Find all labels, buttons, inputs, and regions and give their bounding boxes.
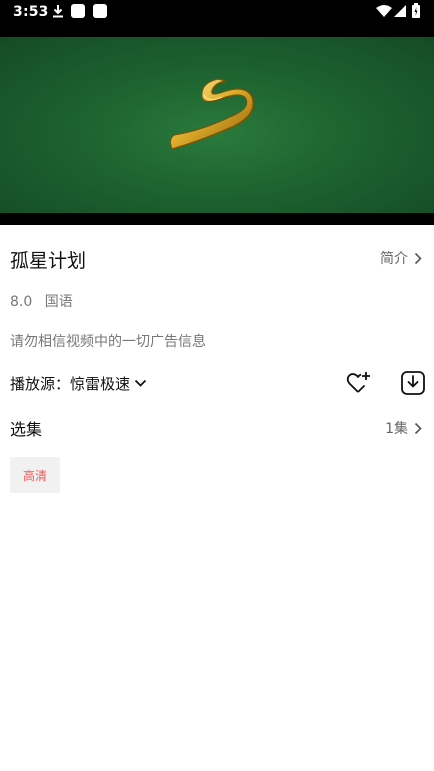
language: 国语 bbox=[44, 294, 73, 310]
app-icon bbox=[93, 4, 107, 18]
source-label: 播放源： bbox=[10, 375, 71, 393]
chevron-right-icon bbox=[414, 252, 422, 264]
download-icon bbox=[53, 5, 63, 18]
chevron-right-icon bbox=[414, 422, 422, 434]
app-icon bbox=[71, 4, 85, 18]
rating: 8.0 bbox=[10, 294, 33, 310]
source-value: 惊雷极速 bbox=[70, 375, 131, 393]
gold-s-logo-icon bbox=[169, 78, 254, 150]
chevron-down-icon bbox=[134, 379, 147, 387]
wifi-icon bbox=[376, 5, 392, 17]
intro-label: 简介 bbox=[380, 251, 408, 267]
episode-chip[interactable]: 高清 bbox=[10, 457, 60, 493]
episodes-count-link[interactable]: 1集 bbox=[385, 418, 422, 438]
video-player-bottom-bar bbox=[0, 213, 434, 225]
episodes-count: 1集 bbox=[385, 421, 408, 437]
video-player[interactable] bbox=[0, 37, 434, 213]
battery-icon bbox=[412, 3, 420, 18]
page-title: 孤星计划 bbox=[10, 250, 87, 272]
ad-notice: 请勿相信视频中的一切广告信息 bbox=[10, 334, 206, 350]
favorite-add-icon[interactable] bbox=[346, 370, 372, 396]
source-selector[interactable]: 播放源： 惊雷极速 bbox=[10, 373, 147, 394]
intro-link[interactable]: 简介 bbox=[380, 248, 422, 268]
episodes-title: 选集 bbox=[10, 420, 43, 439]
meta-info: 8.0 国语 bbox=[10, 291, 73, 311]
status-time: 3:53 bbox=[13, 4, 49, 20]
download-icon[interactable] bbox=[401, 371, 425, 395]
signal-icon bbox=[394, 5, 406, 17]
status-bar: 3:53 bbox=[0, 0, 434, 37]
